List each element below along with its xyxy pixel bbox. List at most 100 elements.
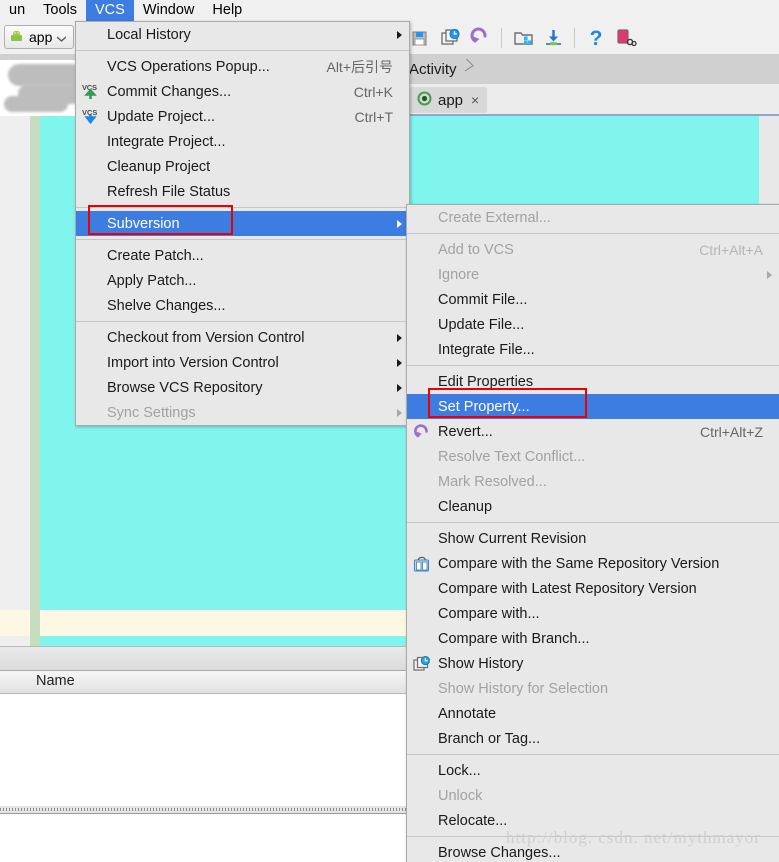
- menubar-item-vcs[interactable]: VCS: [86, 0, 134, 21]
- menu-separator: [407, 522, 779, 523]
- menu-item-accelerator: Ctrl+T: [354, 108, 394, 125]
- menu-item-label: Branch or Tag...: [438, 730, 541, 747]
- menubar-item-help[interactable]: Help: [203, 0, 251, 21]
- menu-item-import-into-version-control[interactable]: Import into Version Control: [76, 350, 409, 375]
- menu-item-label: Add to VCS: [438, 241, 514, 258]
- close-icon[interactable]: ×: [471, 92, 479, 108]
- subversion-submenu[interactable]: Create External... Add to VCS Ctrl+Alt+A…: [406, 204, 779, 862]
- menu-item-edit-properties[interactable]: Edit Properties: [407, 369, 779, 394]
- menu-item-show-history[interactable]: Show History: [407, 651, 779, 676]
- menu-item-local-history[interactable]: Local History: [76, 22, 409, 47]
- menu-item-label: Resolve Text Conflict...: [438, 448, 586, 465]
- menu-item-show-current-revision[interactable]: Show Current Revision: [407, 526, 779, 551]
- menu-item-label: Integrate Project...: [107, 133, 226, 150]
- menu-item-commit-file[interactable]: Commit File...: [407, 287, 779, 312]
- show-history-icon: [411, 654, 433, 673]
- menu-item-cleanup-project[interactable]: Cleanup Project: [76, 154, 409, 179]
- menu-item-compare-with-branch[interactable]: Compare with Branch...: [407, 626, 779, 651]
- menu-separator: [76, 207, 409, 208]
- menu-separator: [76, 50, 409, 51]
- module-selector-label: app: [29, 29, 53, 45]
- menu-item-checkout-from-version-control[interactable]: Checkout from Version Control: [76, 325, 409, 350]
- menu-item-integrate-file[interactable]: Integrate File...: [407, 337, 779, 362]
- menu-item-resolve-text-conflict: Resolve Text Conflict...: [407, 444, 779, 469]
- submenu-arrow-icon: [397, 220, 402, 228]
- submenu-arrow-icon: [397, 334, 402, 342]
- editor-vcs-change-strip: [30, 116, 40, 646]
- menu-item-shelve-changes[interactable]: Shelve Changes...: [76, 293, 409, 318]
- menu-item-apply-patch[interactable]: Apply Patch...: [76, 268, 409, 293]
- menu-item-annotate[interactable]: Annotate: [407, 701, 779, 726]
- menu-item-update-file[interactable]: Update File...: [407, 312, 779, 337]
- compare-repository-icon: [411, 554, 433, 573]
- menu-item-compare-with-same-repository-version[interactable]: Compare with the Same Repository Version: [407, 551, 779, 576]
- menu-item-update-project[interactable]: VCS Update Project... Ctrl+T: [76, 104, 409, 129]
- menu-item-label: Compare with Branch...: [438, 630, 590, 647]
- module-selector[interactable]: app: [4, 25, 75, 49]
- menu-item-compare-with[interactable]: Compare with...: [407, 601, 779, 626]
- sdk-manager-icon[interactable]: [511, 26, 535, 50]
- menu-separator: [76, 321, 409, 322]
- chevron-right-icon: [461, 59, 473, 79]
- menu-item-label: Show Current Revision: [438, 530, 587, 547]
- menu-item-label: Cleanup Project: [107, 158, 211, 175]
- menu-item-create-patch[interactable]: Create Patch...: [76, 243, 409, 268]
- menu-item-label: Show History: [438, 655, 524, 672]
- menubar-item-run[interactable]: un: [0, 0, 34, 21]
- menu-item-label: Update File...: [438, 316, 525, 333]
- menu-item-label: Cleanup: [438, 498, 493, 515]
- menu-item-label: Sync Settings: [107, 404, 196, 421]
- menu-item-label: VCS Operations Popup...: [107, 58, 270, 75]
- menu-item-label: Compare with...: [438, 605, 540, 622]
- revert-icon[interactable]: [468, 26, 492, 50]
- menu-item-label: Refresh File Status: [107, 183, 231, 200]
- android-device-monitor-icon[interactable]: [614, 26, 638, 50]
- menu-item-label: Create Patch...: [107, 247, 204, 264]
- menu-item-label: Lock...: [438, 762, 481, 779]
- menu-item-label: Revert...: [438, 423, 493, 440]
- menubar-item-window[interactable]: Window: [134, 0, 204, 21]
- menu-item-label: Edit Properties: [438, 373, 534, 390]
- menubar-item-tools[interactable]: Tools: [34, 0, 86, 21]
- menu-item-integrate-project[interactable]: Integrate Project...: [76, 129, 409, 154]
- menu-item-label: Apply Patch...: [107, 272, 197, 289]
- breadcrumb-item-activity[interactable]: Activity: [409, 59, 473, 79]
- editor-gutter[interactable]: [0, 116, 30, 646]
- help-icon[interactable]: ?: [584, 26, 608, 50]
- menu-item-set-property[interactable]: Set Property...: [407, 394, 779, 419]
- android-module-icon: [10, 29, 24, 46]
- menu-item-label: Subversion: [107, 215, 180, 232]
- toolbar-left-group: app: [4, 25, 75, 49]
- menu-item-refresh-file-status[interactable]: Refresh File Status: [76, 179, 409, 204]
- menu-item-label: Unlock: [438, 787, 483, 804]
- menu-item-label: Checkout from Version Control: [107, 329, 305, 346]
- toolbar-separator-2: [574, 28, 575, 48]
- menu-item-lock[interactable]: Lock...: [407, 758, 779, 783]
- revert-icon: [411, 422, 433, 441]
- watermark: http://blog. csdn. net/mythmayor: [506, 828, 761, 847]
- menu-item-cleanup[interactable]: Cleanup: [407, 494, 779, 519]
- menu-item-vcs-operations-popup[interactable]: VCS Operations Popup... Alt+后引号: [76, 54, 409, 79]
- menu-item-label: Local History: [107, 26, 191, 43]
- vcs-dropdown-menu[interactable]: Local History VCS Operations Popup... Al…: [75, 21, 410, 426]
- menu-item-compare-with-latest-repository-version[interactable]: Compare with Latest Repository Version: [407, 576, 779, 601]
- avd-manager-icon[interactable]: [541, 26, 565, 50]
- menu-item-accelerator: Ctrl+Alt+A: [699, 241, 763, 258]
- show-history-icon[interactable]: [438, 26, 462, 50]
- save-all-icon[interactable]: [408, 26, 432, 50]
- submenu-arrow-icon: [397, 384, 402, 392]
- submenu-arrow-icon: [767, 271, 772, 279]
- menu-item-show-history-for-selection: Show History for Selection: [407, 676, 779, 701]
- menu-item-browse-vcs-repository[interactable]: Browse VCS Repository: [76, 375, 409, 400]
- menu-item-branch-or-tag[interactable]: Branch or Tag...: [407, 726, 779, 751]
- menu-item-label: Set Property...: [438, 398, 530, 415]
- menu-item-label: Update Project...: [107, 108, 215, 125]
- menu-item-accelerator: Ctrl+Alt+Z: [699, 423, 763, 440]
- menu-item-subversion[interactable]: Subversion: [76, 211, 409, 236]
- editor-tab-app[interactable]: app ×: [408, 87, 488, 113]
- menu-item-revert[interactable]: Revert... Ctrl+Alt+Z: [407, 419, 779, 444]
- submenu-arrow-icon: [397, 359, 402, 367]
- vcs-update-icon: VCS: [80, 107, 102, 126]
- ide-window: un Tools VCS Window Help app ? Activity …: [0, 0, 779, 862]
- menu-item-commit-changes[interactable]: VCS Commit Changes... Ctrl+K: [76, 79, 409, 104]
